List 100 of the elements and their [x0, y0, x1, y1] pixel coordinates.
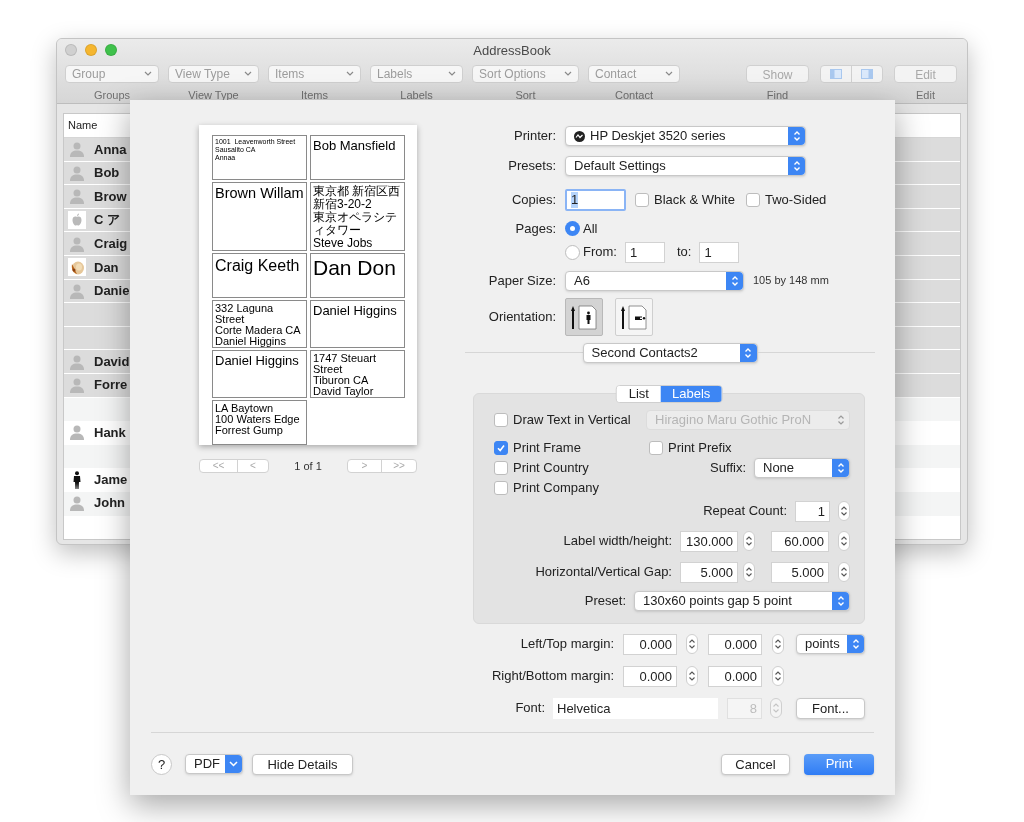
field-label: Left/Top margin:: [520, 635, 614, 654]
up-down-arrows-icon: [840, 566, 848, 578]
suffix-dropdown[interactable]: None: [754, 457, 850, 478]
stepper[interactable]: [743, 562, 755, 582]
field-label: Suffix:: [710, 458, 746, 477]
checkbox-label: Print Prefix: [668, 438, 732, 457]
page-from-field[interactable]: 1: [624, 241, 665, 263]
person-icon: [69, 353, 85, 370]
font-button[interactable]: Font...: [796, 697, 865, 719]
checkbox[interactable]: [494, 460, 508, 475]
stepper[interactable]: [838, 531, 850, 551]
checkbox[interactable]: [494, 480, 508, 495]
checkbox[interactable]: [745, 193, 760, 207]
chevron-down-icon: [229, 761, 238, 767]
field-label: Right/Bottom margin:: [491, 667, 614, 686]
toolbar-caption: Edit: [916, 87, 935, 103]
close-button[interactable]: [65, 44, 77, 56]
contacts-dropdown[interactable]: Second Contacts2: [582, 342, 758, 363]
presets-dropdown[interactable]: Default Settings: [565, 156, 806, 176]
up-down-arrows-icon: [772, 702, 780, 714]
apple-icon: [68, 211, 86, 230]
toolbar-caption: View Type: [188, 87, 239, 103]
sidebar-icon: [861, 68, 873, 79]
field-label: to:: [676, 243, 692, 262]
person-icon: [69, 495, 85, 512]
checkmark-icon: [496, 442, 506, 453]
font-name-field[interactable]: Helvetica: [553, 697, 718, 719]
person-icon: [69, 377, 85, 394]
radio-button[interactable]: [565, 244, 580, 260]
number-field[interactable]: 1: [795, 500, 830, 522]
toolbar-caption: Sort: [515, 87, 536, 103]
chevron-down-icon: [346, 71, 354, 76]
tab[interactable]: Labels: [660, 385, 722, 402]
number-field[interactable]: 5.000: [680, 561, 738, 583]
number-field[interactable]: 5.000: [771, 561, 829, 583]
up-down-arrows-icon: [688, 638, 696, 650]
number-field[interactable]: 0.000: [623, 665, 677, 687]
mailing-label: Craig Keeth: [212, 253, 307, 298]
portrait-button[interactable]: [565, 297, 603, 336]
units-dropdown[interactable]: points: [796, 634, 865, 654]
checkbox[interactable]: [494, 440, 508, 455]
contact-name: Forre: [94, 376, 128, 395]
number-field[interactable]: 130.000: [680, 530, 738, 552]
number-field[interactable]: 0.000: [708, 665, 762, 687]
mailing-label: Daniel Higgins: [212, 350, 307, 398]
mailing-label: Dan Don: [310, 253, 405, 298]
page-to-field[interactable]: 1: [699, 241, 740, 263]
landscape-button[interactable]: [615, 297, 653, 336]
column-header[interactable]: Name: [68, 117, 98, 134]
person-icon: [69, 235, 85, 252]
stepper[interactable]: [686, 634, 698, 654]
stepper[interactable]: [838, 562, 850, 582]
checkbox[interactable]: [494, 412, 508, 427]
window-title: AddressBook: [473, 41, 551, 60]
chevron-down-icon: [564, 71, 572, 76]
hide-details-button[interactable]: Hide Details: [252, 753, 353, 775]
checkbox[interactable]: [649, 440, 663, 455]
mailing-label: 332 Laguna Street Corte Madera CA Daniel Higgins: [212, 300, 307, 348]
person-icon: [69, 164, 85, 181]
copies-field[interactable]: 1: [565, 189, 626, 211]
paper-size-dropdown[interactable]: A6: [565, 270, 744, 291]
contact-name: John: [94, 494, 126, 513]
up-down-arrows-icon: [744, 346, 752, 359]
field-label: Pages:: [515, 220, 556, 238]
figure-icon: [72, 470, 82, 489]
minimize-button[interactable]: [85, 44, 97, 56]
number-field[interactable]: 60.000: [771, 530, 829, 552]
person-icon: [69, 141, 85, 158]
stepper[interactable]: [686, 666, 698, 686]
printer-dropdown[interactable]: HP Deskjet 3520 series: [565, 126, 806, 146]
contact-name: Jame: [94, 470, 128, 489]
field-label: Font:: [515, 699, 545, 718]
stepper[interactable]: [772, 634, 784, 654]
chevron-down-icon: [144, 71, 152, 76]
checkbox[interactable]: [635, 193, 649, 207]
field-label: Horizontal/Vertical Gap:: [535, 563, 672, 582]
up-down-arrows-icon: [688, 670, 696, 682]
stepper[interactable]: [838, 501, 850, 521]
field-label: Label width/height:: [563, 532, 672, 551]
cancel-button[interactable]: Cancel: [721, 753, 790, 775]
field-label: Repeat Count:: [703, 502, 787, 521]
help-button[interactable]: ?: [151, 753, 172, 775]
radio-button[interactable]: [565, 221, 580, 237]
mailing-label: Bob Mansfield: [310, 135, 405, 180]
pdf-dropdown[interactable]: PDF: [185, 754, 243, 774]
field-label: Orientation:: [488, 307, 556, 326]
preset-dropdown[interactable]: 130x60 points gap 5 point: [634, 590, 850, 611]
person-icon: [69, 282, 85, 299]
stepper[interactable]: [743, 531, 755, 551]
zoom-button[interactable]: [105, 44, 117, 56]
up-down-arrows-icon: [774, 670, 782, 682]
number-field[interactable]: 0.000: [623, 633, 677, 655]
stepper[interactable]: [772, 666, 784, 686]
contact-name: Bob: [94, 164, 120, 183]
mailing-label: Brown Willam: [212, 182, 307, 251]
person-icon: [69, 424, 85, 441]
printer-status-icon: [574, 130, 585, 142]
number-field[interactable]: 0.000: [708, 633, 762, 655]
segmented-control[interactable]: [820, 64, 883, 83]
field-label: Copies:: [511, 191, 556, 210]
